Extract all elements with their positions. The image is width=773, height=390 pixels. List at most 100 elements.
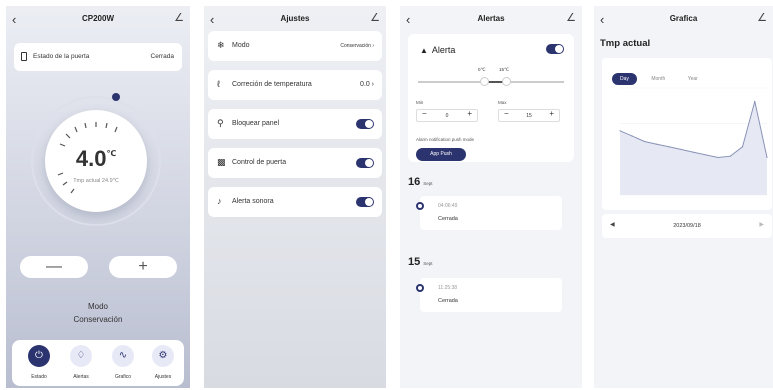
temperature-chart [619,87,768,196]
next-date-arrow-icon[interactable]: ▶ [759,221,764,228]
increase-button[interactable]: + [109,256,177,278]
page-title: CP200W [81,14,114,23]
lock-icon: ⚲ [217,118,224,128]
nav-label: Ajustes [154,374,172,380]
app-push-button[interactable]: App Push [416,148,466,161]
data-point [766,156,768,159]
setting-value-text: Conservación [340,43,371,49]
data-point [705,154,707,156]
power-icon: ⏻ [28,345,50,367]
event-card[interactable]: 04:06:49 Cerrada [420,196,562,230]
setting-label: Alerta sonora [232,198,274,205]
setting-value: Conservación › [340,43,374,49]
event-card[interactable]: 11:25:38 Cerrada [420,278,562,312]
estado-screen: ‹ CP200W ∠ Estado de la puerta Cerrada 4… [6,6,190,388]
speaker-icon: ♪ [217,196,222,206]
actual-temperature: Tmp actual 24.9℃ [73,178,119,184]
min-increase-button[interactable]: + [467,109,472,118]
ajustes-screen: ‹ Ajustes ∠ ❄ Modo Conservación › ℓ Corr… [204,6,386,388]
sound-alert-toggle[interactable] [356,197,374,207]
page-title: Grafica [669,14,698,23]
area-fill [620,101,767,195]
data-point [729,155,731,157]
max-label: Max [498,100,507,105]
setting-label: Modo [232,42,250,49]
alert-title: ▲ Alerta [420,45,455,55]
alert-settings-card: ▲ Alerta 0℃ 15℃ Min Max − 0 + − 15 + Alar… [408,34,574,162]
door-status-value: Cerrada [150,53,174,60]
nav-item-grafico[interactable]: ∿ Grafico [108,345,138,380]
snowflake-icon: ❄ [217,40,225,50]
edit-pencil-icon[interactable]: ∠ [370,11,380,24]
nav-label: Alertas [73,374,89,380]
event-status: Cerrada [438,216,458,222]
header: ‹ Alertas ∠ [400,6,582,32]
setting-row-temp-correction[interactable]: ℓ Correción de temperatura 0.0 › [208,70,382,100]
event-month: Sept [423,181,433,186]
data-point [643,140,646,143]
range-slider[interactable] [418,81,564,83]
setting-label: Bloquear panel [232,120,280,127]
event-time: 04:06:49 [438,203,458,209]
setting-row-modo[interactable]: ❄ Modo Conservación › [208,31,382,61]
door-icon [21,52,27,61]
decrease-button[interactable]: — [20,256,88,278]
max-stepper: − 15 + [498,109,560,122]
timeline-dot [416,202,424,210]
nav-item-alertas[interactable]: ♢ Alertas [66,345,96,380]
range-high-label: 15℃ [499,67,510,72]
door-control-toggle[interactable] [356,158,374,168]
gear-icon: ⚙ [152,345,174,367]
graph-card: Day Month Year [602,58,772,210]
current-date: 2023/09/18 [673,223,701,229]
nav-label: Grafico [114,374,132,380]
min-stepper: − 0 + [416,109,478,122]
set-temperature: 4.0℃ [45,146,147,172]
max-increase-button[interactable]: + [549,109,554,118]
event-day: 15 [408,256,421,268]
setting-row-sound-alert: ♪ Alerta sonora [208,187,382,217]
temperature-unit: ℃ [106,149,117,158]
alert-toggle[interactable] [546,44,564,54]
mode-value: Conservación [73,315,123,324]
data-point [680,148,682,151]
header: ‹ CP200W ∠ [6,6,190,32]
setting-row-lock-panel: ⚲ Bloquear panel [208,109,382,139]
event-month: Sept [423,261,433,266]
event-day: 16 [408,176,421,188]
slider-handle-min[interactable] [480,77,489,86]
event-day-header: 16 Sept [408,176,433,188]
door-status-card: Estado de la puerta Cerrada [14,43,182,71]
edit-pencil-icon[interactable]: ∠ [174,11,184,24]
nav-item-estado[interactable]: ⏻ Estado [24,345,54,380]
nav-label: Estado [31,374,47,380]
thermometer-icon: ℓ [217,79,220,89]
edit-pencil-icon[interactable]: ∠ [757,11,767,24]
bell-icon: ♢ [70,345,92,367]
data-point [692,151,695,153]
setting-label: Control de puerta [232,159,287,166]
nav-item-ajustes[interactable]: ⚙ Ajustes [148,345,178,380]
data-point [754,100,756,102]
edit-pencil-icon[interactable]: ∠ [566,11,576,24]
lock-panel-toggle[interactable] [356,119,374,129]
dial-knob[interactable] [112,93,120,101]
bottom-nav: ⏻ Estado ♢ Alertas ∿ Grafico ⚙ Ajustes [12,340,184,386]
date-navigator: ◀ 2023/09/18 ▶ [602,214,772,238]
setting-value-text: 0.0 [359,81,370,88]
slider-handle-max[interactable] [502,77,511,86]
event-day-header: 15 Sept [408,256,433,268]
data-point [656,143,658,145]
mode-label: Modo [87,302,108,311]
header: ‹ Ajustes ∠ [204,6,386,32]
setting-value: 0.0 › [359,81,374,88]
data-point [717,156,719,159]
setting-row-door-control: ▩ Control de puerta [208,148,382,178]
setting-label: Correción de temperatura [232,81,312,88]
graph-title: Tmp actual [600,38,651,49]
chart-icon: ∿ [112,345,134,367]
data-point [619,130,621,132]
page-title: Alertas [477,14,505,23]
data-point [668,146,670,148]
event-status: Cerrada [438,298,458,304]
